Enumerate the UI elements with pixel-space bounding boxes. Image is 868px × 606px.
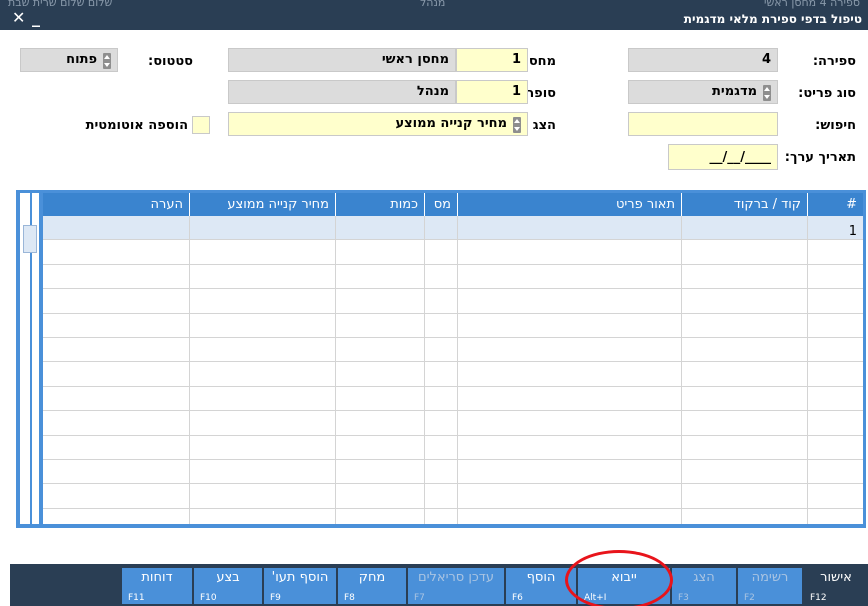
count-field: 4 (628, 48, 778, 72)
table-row[interactable] (43, 289, 863, 314)
status-dropdown[interactable]: פתוח (20, 48, 118, 72)
table-row[interactable] (43, 436, 863, 460)
date-label: תאריך ערך: (784, 150, 856, 165)
item-type-dropdown[interactable]: מדגמית (628, 80, 778, 104)
counter-name: מנהל (416, 84, 449, 99)
table-row[interactable] (43, 460, 863, 485)
bottom-toolbar: אישור F12 רשימה F2 הצג F3 ייבוא Alt+I הו… (10, 564, 868, 606)
counter-number: 1 (511, 84, 521, 99)
date-value: __/__/____ (709, 150, 772, 165)
list-button-label: רשימה (751, 570, 789, 585)
table-row[interactable] (43, 216, 863, 241)
grid-header: # קוד / ברקוד תאור פריט מס כמות מחיר קני… (43, 193, 863, 216)
add-doc-button-label: הוסף תעו' (271, 570, 329, 585)
faint-text-right: ספירה 4 מחסן ראשי (764, 0, 860, 9)
add-button-key: F6 (512, 593, 523, 603)
column-header-note[interactable]: הערה (43, 193, 189, 216)
delete-button-label: מחק (358, 570, 386, 585)
update-serials-button[interactable]: עדכן סריאלים F7 (408, 568, 504, 604)
table-row[interactable] (43, 411, 863, 436)
warehouse-name-field: מחסן ראשי (228, 48, 456, 72)
table-row[interactable] (43, 387, 863, 412)
date-input[interactable]: __/__/____ (668, 144, 778, 170)
title-bar: שלום שלום שרית שבת מנהל ספירה 4 מחסן ראש… (0, 0, 868, 30)
import-button-label: ייבוא (611, 570, 637, 585)
show-button[interactable]: הצג F3 (672, 568, 736, 604)
execute-button-label: בצע (216, 570, 240, 585)
table-row[interactable] (43, 314, 863, 338)
scrollbar-thumb[interactable] (23, 225, 37, 253)
update-serials-button-label: עדכן סריאלים (417, 570, 495, 585)
item-type-label: סוג פריט: (798, 86, 856, 101)
row-number: 1 (848, 224, 857, 239)
price-dropdown[interactable]: מחיר קנייה ממוצע (228, 112, 528, 136)
search-label: חיפוש: (815, 118, 856, 133)
price-value: מחיר קנייה ממוצע (395, 116, 507, 131)
grid-scrollbar[interactable] (20, 193, 40, 524)
update-serials-button-key: F7 (414, 593, 425, 603)
item-type-dropdown-arrow-icon[interactable] (763, 85, 771, 101)
import-button-key: Alt+I (584, 593, 607, 603)
table-row[interactable] (43, 240, 863, 265)
status-label: סטטוס: (148, 54, 193, 69)
price-dropdown-arrow-icon[interactable] (513, 117, 521, 133)
close-icon[interactable]: ✕ (12, 10, 25, 26)
status-value: פתוח (66, 52, 97, 67)
faint-text-mid: מנהל (420, 0, 446, 9)
column-header-avg-price[interactable]: מחיר קנייה ממוצע (189, 193, 335, 216)
search-input[interactable] (628, 112, 778, 136)
warehouse-number-input[interactable]: 1 (456, 48, 528, 72)
add-button-label: הוסף (526, 570, 556, 585)
warehouse-number: 1 (511, 52, 521, 67)
counter-number-input[interactable]: 1 (456, 80, 528, 104)
column-header-code[interactable]: קוד / ברקוד (681, 193, 807, 216)
execute-button[interactable]: בצע F10 (194, 568, 262, 604)
grid-divider (189, 216, 190, 524)
table-row[interactable] (43, 265, 863, 290)
count-value: 4 (761, 52, 771, 67)
app-window: שלום שלום שרית שבת מנהל ספירה 4 מחסן ראש… (0, 0, 868, 606)
confirm-button-label: אישור (820, 570, 852, 585)
table-row[interactable] (43, 484, 863, 509)
reports-button-key: F11 (128, 593, 145, 603)
grid-divider (807, 216, 808, 524)
items-grid: # קוד / ברקוד תאור פריט מס כמות מחיר קני… (16, 190, 866, 528)
reports-button-label: דוחות (141, 570, 173, 585)
delete-button[interactable]: מחק F8 (338, 568, 406, 604)
delete-button-key: F8 (344, 593, 355, 603)
window-title: טיפול בדפי ספירת מלאי מדגמית (683, 12, 862, 26)
column-header-number[interactable]: # (807, 193, 863, 216)
count-label: ספירה: (812, 54, 856, 69)
list-button-key: F2 (744, 593, 755, 603)
execute-button-key: F10 (200, 593, 217, 603)
add-doc-button-key: F9 (270, 593, 281, 603)
column-header-tax[interactable]: מס (424, 193, 457, 216)
status-dropdown-arrow-icon[interactable] (103, 53, 111, 69)
column-header-description[interactable]: תאור פריט (457, 193, 681, 216)
confirm-button-key: F12 (810, 593, 827, 603)
grid-divider (681, 216, 682, 524)
column-header-quantity[interactable]: כמות (335, 193, 424, 216)
counter-name-field: מנהל (228, 80, 456, 104)
auto-add-checkbox[interactable] (192, 116, 210, 134)
grid-body: # קוד / ברקוד תאור פריט מס כמות מחיר קני… (43, 193, 863, 524)
grid-divider (457, 216, 458, 524)
minimize-icon[interactable]: _ (32, 10, 40, 26)
table-row[interactable] (43, 362, 863, 387)
item-type-value: מדגמית (712, 84, 757, 99)
reports-button[interactable]: דוחות F11 (122, 568, 192, 604)
list-button[interactable]: רשימה F2 (738, 568, 802, 604)
auto-add-label: הוספה אוטומטית (85, 118, 188, 133)
grid-divider (335, 216, 336, 524)
grid-divider (424, 216, 425, 524)
confirm-button[interactable]: אישור F12 (804, 568, 868, 604)
import-button[interactable]: ייבוא Alt+I (578, 568, 670, 604)
warehouse-name: מחסן ראשי (381, 52, 449, 67)
add-button[interactable]: הוסף F6 (506, 568, 576, 604)
table-row[interactable] (43, 338, 863, 363)
add-doc-button[interactable]: הוסף תעו' F9 (264, 568, 336, 604)
show-button-key: F3 (678, 593, 689, 603)
show-button-label: הצג (693, 570, 715, 585)
